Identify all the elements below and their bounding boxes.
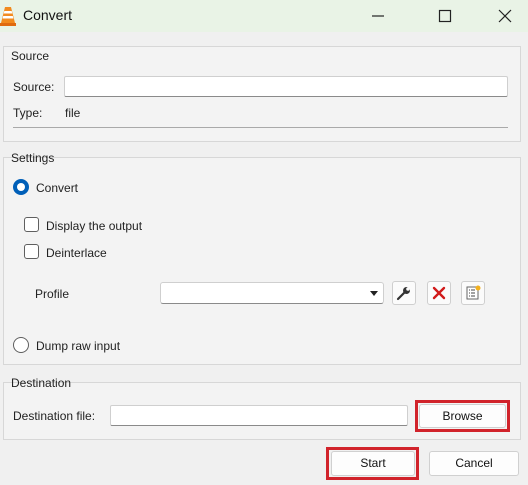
minimize-button[interactable] <box>355 0 401 32</box>
close-icon <box>498 9 512 23</box>
window-title: Convert <box>23 7 73 23</box>
destination-file-label: Destination file: <box>13 409 96 423</box>
delete-icon <box>432 286 446 300</box>
settings-group-title: Settings <box>11 151 55 165</box>
dump-raw-radio[interactable] <box>13 337 29 353</box>
destination-file-input[interactable] <box>110 405 408 426</box>
type-label: Type: <box>13 106 43 120</box>
dump-raw-label[interactable]: Dump raw input <box>36 339 120 353</box>
display-output-checkbox[interactable] <box>24 217 39 232</box>
edit-profile-button[interactable] <box>392 281 416 305</box>
convert-radio[interactable] <box>13 179 29 195</box>
delete-profile-button[interactable] <box>427 281 451 305</box>
deinterlace-label[interactable]: Deinterlace <box>46 246 107 260</box>
source-input[interactable] <box>64 76 508 97</box>
source-divider <box>13 127 508 128</box>
start-highlight-box <box>326 447 419 480</box>
close-button[interactable] <box>482 0 528 32</box>
convert-label[interactable]: Convert <box>36 181 78 195</box>
destination-group-title: Destination <box>11 376 72 390</box>
maximize-button[interactable] <box>422 0 468 32</box>
minimize-icon <box>372 15 384 17</box>
profile-dropdown[interactable] <box>160 282 384 304</box>
source-group-title: Source <box>11 49 50 63</box>
vlc-cone-icon <box>0 6 16 26</box>
title-bar: Convert <box>0 0 528 32</box>
maximize-icon <box>438 9 452 23</box>
type-value: file <box>65 106 81 120</box>
display-output-label[interactable]: Display the output <box>46 219 142 233</box>
wrench-icon <box>396 287 410 301</box>
cancel-button[interactable]: Cancel <box>429 451 519 476</box>
settings-group <box>3 157 521 365</box>
browse-highlight-box <box>415 400 510 432</box>
new-profile-icon <box>466 285 481 300</box>
new-profile-button[interactable] <box>461 281 485 305</box>
source-label: Source: <box>13 80 55 94</box>
profile-label: Profile <box>35 287 70 301</box>
deinterlace-checkbox[interactable] <box>24 244 39 259</box>
chevron-down-icon <box>370 291 378 296</box>
